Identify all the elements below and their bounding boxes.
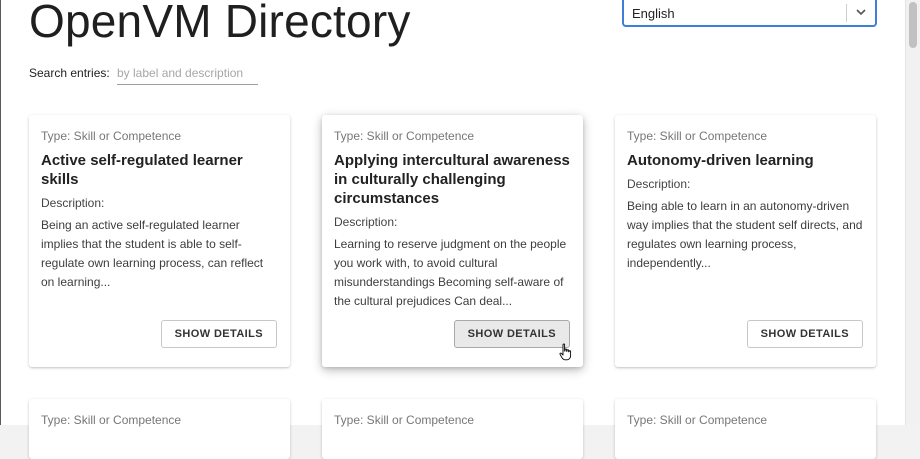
page: OpenVM Directory English Search entries:… bbox=[0, 0, 905, 459]
entry-card: Type: Skill or Competence bbox=[322, 399, 583, 459]
show-details-button[interactable]: SHOW DETAILS bbox=[746, 320, 863, 348]
card-title: Active self-regulated learner skills bbox=[41, 152, 243, 188]
window-border bbox=[0, 0, 1, 425]
card-title: Applying intercultural awareness in cult… bbox=[334, 152, 570, 207]
card-description-label: Description: bbox=[41, 196, 105, 210]
entry-card: Type: Skill or Competence Active self-re… bbox=[29, 115, 290, 367]
search-label: Search entries: bbox=[29, 66, 110, 80]
card-description: Being an active self-regulated learner i… bbox=[41, 218, 264, 289]
card-type: Type: Skill or Competence bbox=[334, 413, 475, 427]
card-description: Learning to reserve judgment on the peop… bbox=[334, 237, 567, 308]
show-details-button[interactable]: SHOW DETAILS bbox=[453, 320, 570, 348]
card-title: Autonomy-driven learning bbox=[627, 152, 814, 169]
entry-card: Type: Skill or Competence Applying inter… bbox=[322, 115, 583, 367]
card-type: Type: Skill or Competence bbox=[41, 413, 182, 427]
scrollbar-thumb[interactable] bbox=[909, 2, 917, 48]
card-description: Being able to learn in an autonomy-drive… bbox=[627, 199, 863, 270]
entry-card: Type: Skill or Competence Autonomy-drive… bbox=[615, 115, 876, 367]
hand-pointer-cursor-icon bbox=[559, 343, 572, 361]
vertical-scrollbar[interactable] bbox=[905, 0, 920, 425]
show-details-button[interactable]: SHOW DETAILS bbox=[160, 320, 277, 348]
card-type: Type: Skill or Competence bbox=[334, 129, 475, 143]
select-divider bbox=[846, 4, 847, 22]
card-type: Type: Skill or Competence bbox=[41, 129, 182, 143]
search-input[interactable] bbox=[117, 62, 258, 85]
entry-card: Type: Skill or Competence bbox=[29, 399, 290, 459]
card-description-label: Description: bbox=[334, 215, 398, 229]
language-select[interactable]: English bbox=[622, 0, 877, 27]
entry-card: Type: Skill or Competence bbox=[615, 399, 876, 459]
card-type: Type: Skill or Competence bbox=[627, 129, 768, 143]
language-selected-value: English bbox=[632, 6, 675, 21]
card-description-label: Description: bbox=[627, 177, 691, 191]
card-type: Type: Skill or Competence bbox=[627, 413, 768, 427]
chevron-down-icon[interactable] bbox=[853, 4, 869, 20]
page-title: OpenVM Directory bbox=[29, 0, 411, 47]
